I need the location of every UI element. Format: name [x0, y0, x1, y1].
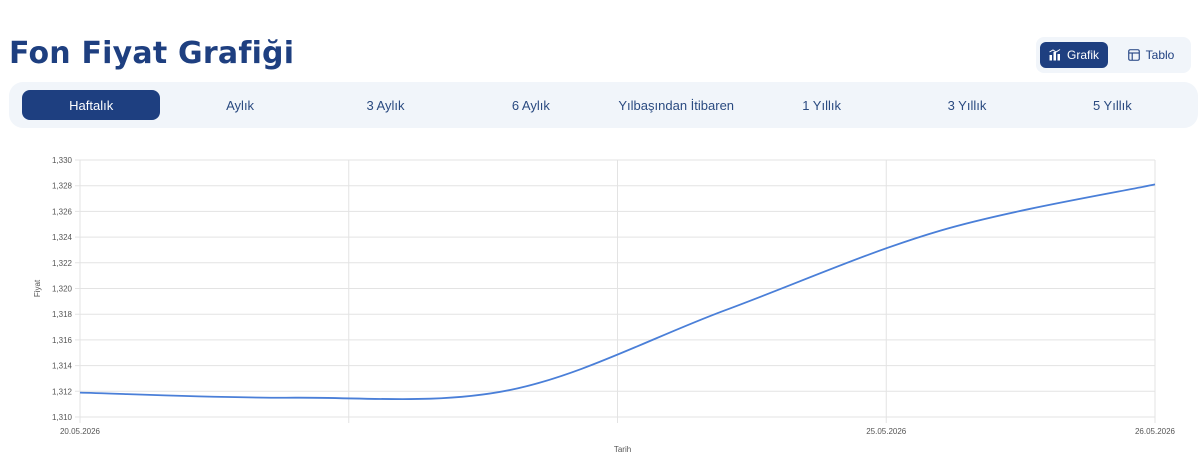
page-title: Fon Fiyat Grafiği — [9, 36, 295, 71]
y-tick-label: 1,328 — [52, 182, 73, 191]
chart-view-label: Grafik — [1066, 48, 1099, 62]
x-tick-label: 20.05.2026 — [60, 427, 101, 436]
tab-monthly[interactable]: Aylık — [167, 90, 312, 120]
x-axis-title: Tarih — [614, 445, 631, 454]
x-axis-ticks: 20.05.2026 25.05.2026 26.05.2026 — [60, 427, 1176, 436]
tab-5-years[interactable]: 5 Yıllık — [1040, 90, 1185, 120]
tab-1-year[interactable]: 1 Yıllık — [749, 90, 894, 120]
tab-3-months[interactable]: 3 Aylık — [313, 90, 458, 120]
tab-6-months[interactable]: 6 Aylık — [458, 90, 603, 120]
x-tick-label: 26.05.2026 — [1135, 427, 1176, 436]
y-tick-label: 1,310 — [52, 413, 73, 422]
y-tick-label: 1,312 — [52, 387, 73, 396]
view-toggle: Grafik Tablo — [1036, 37, 1191, 73]
y-tick-label: 1,330 — [52, 156, 73, 165]
chart-grid — [75, 159, 1156, 423]
chart-view-button[interactable]: Grafik — [1040, 42, 1108, 68]
y-tick-label: 1,324 — [52, 233, 73, 242]
table-view-label: Tablo — [1145, 48, 1175, 62]
y-axis-title: Fiyat — [33, 279, 42, 297]
y-axis-ticks: 1,310 1,312 1,314 1,316 1,318 1,320 1,322 1,324… — [52, 156, 73, 422]
tab-year-to-date[interactable]: Yılbaşından İtibaren — [604, 90, 749, 120]
table-icon — [1127, 49, 1140, 61]
y-tick-label: 1,318 — [52, 310, 73, 319]
price-chart-svg: 1,310 1,312 1,314 1,316 1,318 1,320 1,322 1,324… — [33, 156, 1176, 454]
tab-3-years[interactable]: 3 Yıllık — [894, 90, 1039, 120]
y-tick-label: 1,326 — [52, 207, 73, 216]
table-view-button[interactable]: Tablo — [1116, 42, 1186, 68]
y-tick-label: 1,314 — [52, 362, 73, 371]
chart-icon — [1049, 49, 1061, 61]
y-tick-label: 1,320 — [52, 285, 73, 294]
y-tick-label: 1,316 — [52, 336, 73, 345]
period-tabs: Haftalık Aylık 3 Aylık 6 Aylık Yılbaşınd… — [9, 82, 1198, 128]
price-chart: 1,310 1,312 1,314 1,316 1,318 1,320 1,322 1,324… — [0, 140, 1200, 462]
x-tick-label: 25.05.2026 — [866, 427, 907, 436]
y-tick-label: 1,322 — [52, 259, 73, 268]
tab-weekly[interactable]: Haftalık — [22, 90, 161, 120]
